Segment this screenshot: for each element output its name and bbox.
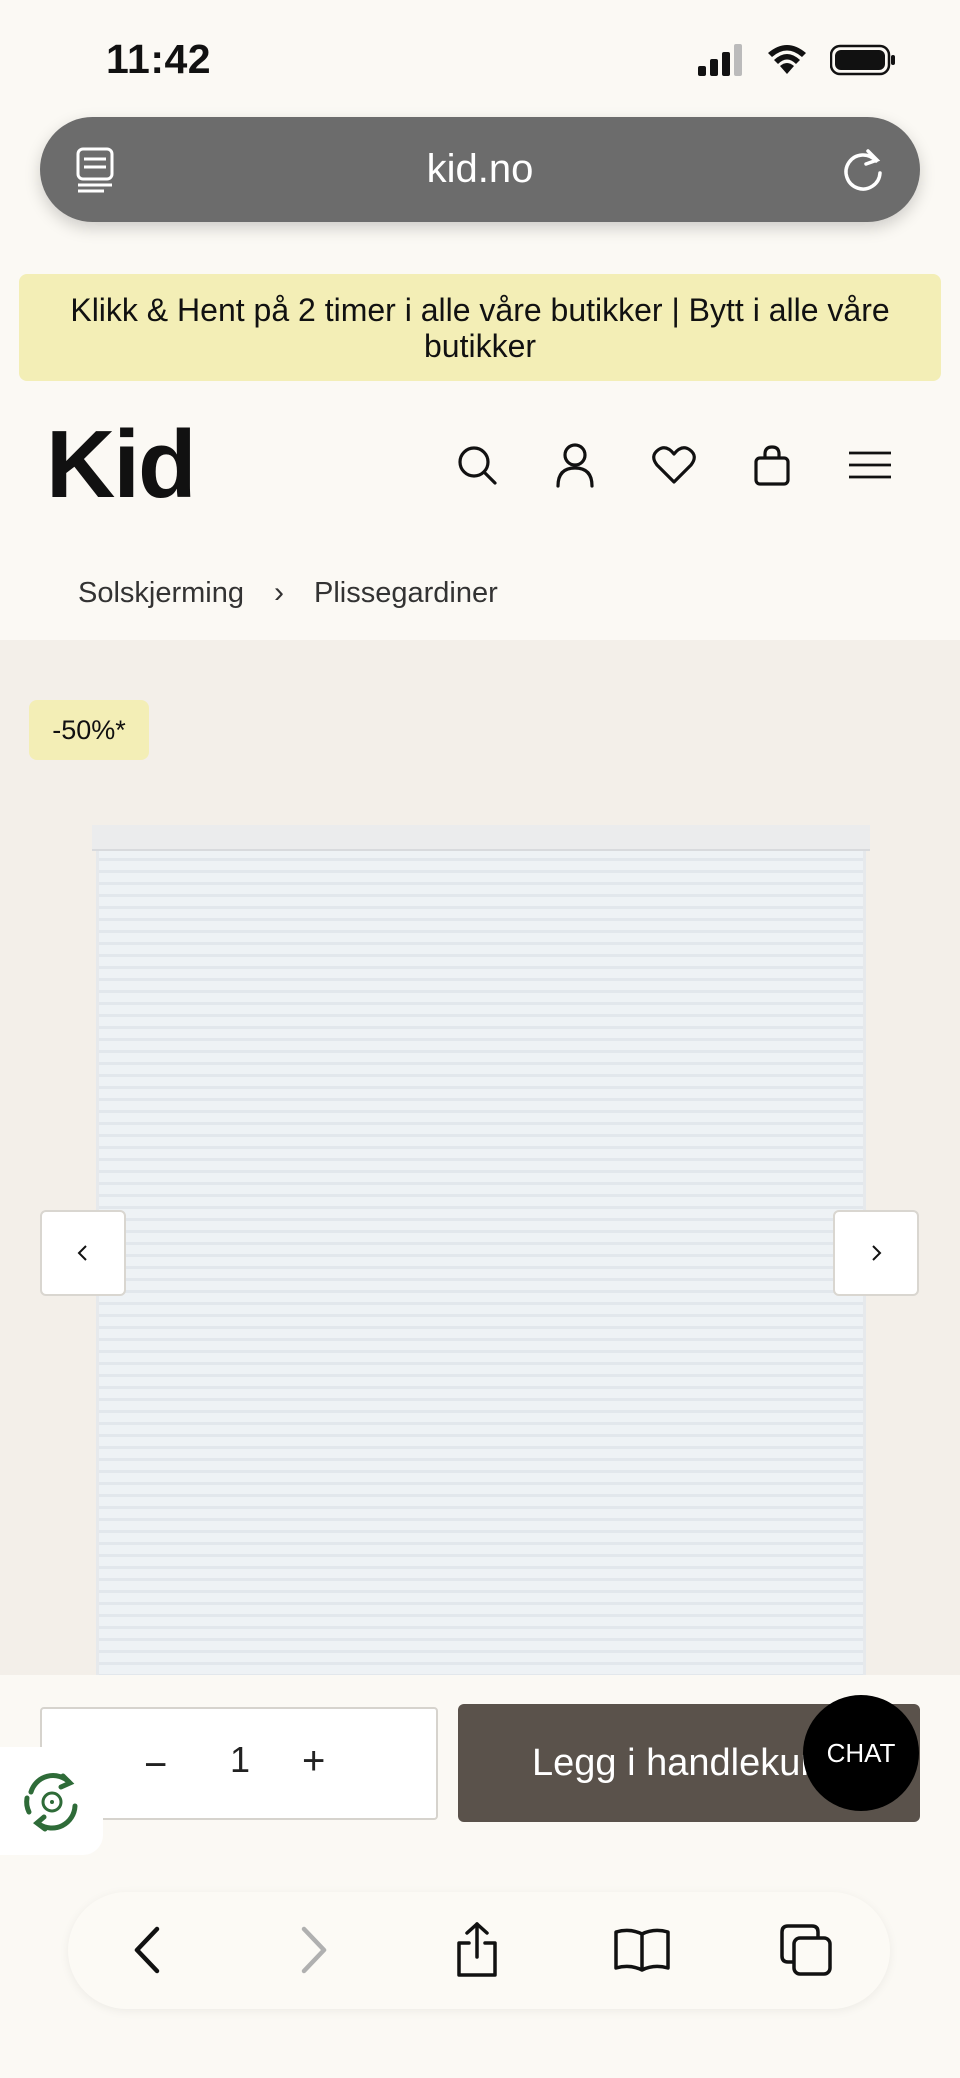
back-icon[interactable] <box>118 1920 178 1980</box>
status-time: 11:42 <box>106 36 212 82</box>
recycle-icon[interactable] <box>0 1747 103 1855</box>
shopping-bag-icon[interactable] <box>747 440 797 490</box>
menu-icon[interactable] <box>845 440 895 490</box>
wifi-icon <box>766 44 808 81</box>
account-icon[interactable] <box>550 440 600 490</box>
address-bar[interactable]: kid.no <box>40 117 920 222</box>
reload-icon[interactable] <box>840 145 886 198</box>
site-logo[interactable]: Kid <box>46 410 197 520</box>
status-icons <box>698 44 896 81</box>
search-icon[interactable] <box>452 440 502 490</box>
status-bar: 11:42 <box>0 0 960 110</box>
breadcrumb-item-solskjerming[interactable]: Solskjerming <box>78 577 244 610</box>
chevron-right-icon <box>872 1245 882 1261</box>
url-text[interactable]: kid.no <box>40 147 920 192</box>
chevron-left-icon <box>77 1245 87 1261</box>
battery-icon <box>829 44 896 81</box>
heart-icon[interactable] <box>649 440 699 490</box>
share-icon[interactable] <box>447 1920 507 1980</box>
promo-banner[interactable]: Klikk & Hent på 2 timer i alle våre buti… <box>19 274 941 381</box>
tabs-icon[interactable] <box>776 1920 836 1980</box>
gallery-next-button[interactable] <box>833 1210 919 1296</box>
quantity-increase-button[interactable]: + <box>302 1739 325 1784</box>
browser-toolbar <box>68 1892 890 2009</box>
breadcrumb-item-plissegardiner[interactable]: Plissegardiner <box>314 577 498 610</box>
chevron-right-icon: › <box>274 576 284 609</box>
discount-badge: -50%* <box>29 700 149 760</box>
forward-icon[interactable] <box>283 1920 343 1980</box>
bookmarks-icon[interactable] <box>612 1920 672 1980</box>
quantity-value[interactable]: 1 <box>230 1739 250 1781</box>
cellular-signal-icon <box>698 44 744 81</box>
gallery-prev-button[interactable] <box>40 1210 126 1296</box>
quantity-decrease-button[interactable]: − <box>144 1743 167 1788</box>
breadcrumb: Solskjerming › Plissegardiner <box>78 576 498 610</box>
product-image-headrail <box>92 825 870 851</box>
product-image[interactable] <box>96 825 866 1675</box>
chat-button[interactable]: CHAT <box>803 1695 919 1811</box>
